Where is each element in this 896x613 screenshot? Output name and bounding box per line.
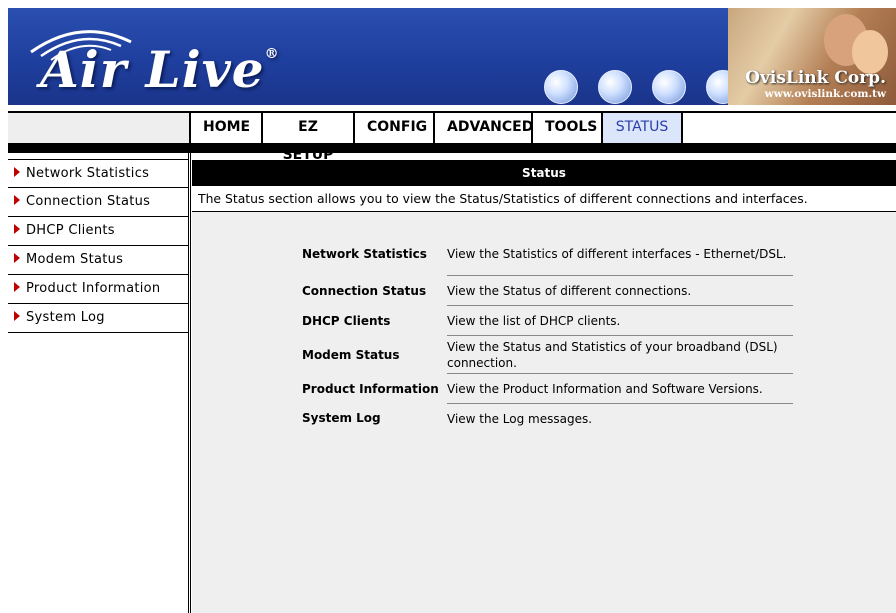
corp-name: OvisLink Corp. <box>745 68 886 88</box>
corp-logo[interactable]: OvisLink Corp. www.ovislink.com.tw <box>745 68 886 100</box>
sidebar: Network Statistics Connection Status DHC… <box>8 153 191 613</box>
divider-bar <box>8 145 896 153</box>
table-row: Product Information View the Product Inf… <box>302 373 793 404</box>
table-row: Modem Status View the Status and Statist… <box>302 335 793 374</box>
nav-home[interactable]: HOME <box>191 113 263 143</box>
arrow-right-icon <box>14 282 20 292</box>
table-row: System Log View the Log messages. <box>302 404 793 434</box>
link-network-statistics[interactable]: Network Statistics <box>302 233 447 276</box>
link-description: View the Status and Statistics of your b… <box>447 335 793 374</box>
link-connection-status[interactable]: Connection Status <box>302 276 447 306</box>
link-description: View the Statistics of different interfa… <box>447 233 793 276</box>
nav-spacer <box>8 113 191 143</box>
globe-icon <box>652 70 686 104</box>
arrow-right-icon <box>14 224 20 234</box>
link-description: View the Product Information and Softwar… <box>447 373 793 404</box>
nav-tools[interactable]: TOOLS <box>533 113 603 143</box>
link-product-information[interactable]: Product Information <box>302 374 447 404</box>
link-system-log[interactable]: System Log <box>302 404 447 434</box>
arrow-right-icon <box>14 311 20 321</box>
link-description: View the list of DHCP clients. <box>447 305 793 336</box>
top-nav-bar: HOME EZ SETUP CONFIG ADVANCED TOOLS STAT… <box>8 111 896 163</box>
table-row: Connection Status View the Status of dif… <box>302 275 793 306</box>
page-title: Status <box>192 160 896 186</box>
sidebar-item-product-information[interactable]: Product Information <box>8 275 188 304</box>
sidebar-item-dhcp-clients[interactable]: DHCP Clients <box>8 217 188 246</box>
nav-ez-setup[interactable]: EZ SETUP <box>263 113 355 163</box>
status-links-table: Network Statistics View the Statistics o… <box>302 233 793 433</box>
sidebar-item-connection-status[interactable]: Connection Status <box>8 188 188 217</box>
link-description: View the Status of different connections… <box>447 275 793 306</box>
top-nav: HOME EZ SETUP CONFIG ADVANCED TOOLS STAT… <box>191 113 683 163</box>
nav-config[interactable]: CONFIG <box>355 113 435 143</box>
nav-status[interactable]: STATUS <box>603 113 683 143</box>
intro-text: The Status section allows you to view th… <box>192 186 896 212</box>
table-row: Network Statistics View the Statistics o… <box>302 233 793 276</box>
sidebar-item-system-log[interactable]: System Log <box>8 304 188 333</box>
sidebar-item-network-statistics[interactable]: Network Statistics <box>8 159 188 188</box>
globe-icon <box>598 70 632 104</box>
arrow-right-icon <box>14 195 20 205</box>
table-row: DHCP Clients View the list of DHCP clien… <box>302 305 793 336</box>
globe-icon <box>544 70 578 104</box>
link-modem-status[interactable]: Modem Status <box>302 336 447 374</box>
arrow-right-icon <box>14 167 20 177</box>
nav-advanced[interactable]: ADVANCED <box>435 113 533 143</box>
header-banner: Air Live® OvisLink Corp. www.ovislink.co… <box>8 8 896 105</box>
arrow-right-icon <box>14 253 20 263</box>
sidebar-item-modem-status[interactable]: Modem Status <box>8 246 188 275</box>
corp-url: www.ovislink.com.tw <box>764 88 886 100</box>
link-dhcp-clients[interactable]: DHCP Clients <box>302 306 447 336</box>
main-panel: Status The Status section allows you to … <box>192 160 896 613</box>
airlive-logo[interactable]: Air Live® <box>40 40 280 99</box>
link-description: View the Log messages. <box>447 411 593 426</box>
